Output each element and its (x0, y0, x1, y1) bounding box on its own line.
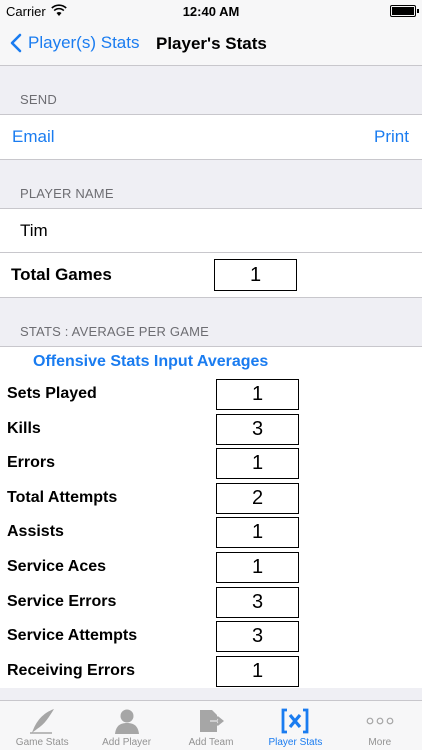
stat-label: Service Aces (7, 557, 107, 575)
stats-group: Offensive Stats Input Averages Sets Play… (0, 346, 422, 689)
chevron-left-icon (10, 33, 22, 53)
player-name-section-header: PLAYER NAME (20, 186, 114, 201)
stat-value-field[interactable]: 3 (216, 586, 299, 618)
tab-add-team[interactable]: Add Team (169, 701, 253, 750)
stat-row: Service Attempts 3 (0, 619, 422, 654)
battery-icon (390, 5, 419, 17)
status-time: 12:40 AM (182, 4, 240, 19)
stat-value-field[interactable]: 1 (216, 551, 299, 583)
stat-row: Errors 1 (0, 446, 422, 481)
tab-add-player[interactable]: Add Player (84, 701, 168, 750)
stat-value-field[interactable]: 1 (216, 517, 299, 549)
stat-label: Total Attempts (7, 488, 118, 506)
bracket-x-icon (280, 705, 310, 737)
page-title: Player's Stats (156, 34, 267, 53)
stat-rows: Sets Played 1 Kills 3 Errors 1 Total Attempts 2… (0, 377, 422, 688)
more-dots-icon (365, 705, 395, 737)
stats-section-header: STATS : AVERAGE PER GAME (20, 324, 210, 339)
navigation-bar: Player(s) Stats Player's Stats (0, 24, 422, 66)
stat-label: Service Attempts (7, 627, 138, 645)
tab-game-stats-label: Game Stats (15, 737, 69, 748)
total-games-value[interactable]: 1 (214, 259, 297, 291)
stat-label: Errors (7, 454, 56, 472)
send-row: Email Print (0, 115, 422, 159)
back-button-label: Player(s) Stats (28, 33, 140, 52)
print-button[interactable]: Print (374, 127, 409, 147)
stat-row: Assists 1 (0, 515, 422, 550)
player-group: Tim Total Games 1 (0, 208, 422, 298)
stat-value-field[interactable]: 1 (216, 655, 299, 687)
stat-label: Assists (7, 523, 64, 541)
stat-value-field[interactable]: 2 (216, 482, 299, 514)
stat-row: Sets Played 1 (0, 377, 422, 412)
player-name-field[interactable]: Tim (0, 209, 422, 253)
back-button[interactable]: Player(s) Stats (10, 33, 139, 53)
stat-label: Kills (7, 419, 41, 437)
stat-label: Sets Played (7, 385, 97, 402)
tab-add-player-label: Add Player (102, 737, 152, 748)
stat-label: Receiving Errors (7, 661, 136, 679)
export-icon (197, 705, 225, 737)
status-bar: Carrier 12:40 AM (0, 0, 422, 24)
total-games-row: Total Games 1 (0, 253, 422, 297)
stat-label: Service Errors (7, 592, 117, 610)
stat-row: Receiving Errors 1 (0, 654, 422, 689)
tab-player-stats[interactable]: Player Stats (253, 701, 337, 750)
tab-player-stats-label: Player Stats (268, 737, 323, 748)
stat-row: Kills 3 (0, 412, 422, 447)
stat-row: Total Attempts 2 (0, 481, 422, 516)
person-icon (113, 705, 141, 737)
stat-row: Service Aces 1 (0, 550, 422, 585)
stat-row: Service Errors 3 (0, 585, 422, 620)
send-group: Email Print (0, 114, 422, 160)
stat-value-field[interactable]: 3 (216, 621, 299, 653)
quill-icon (27, 705, 57, 737)
stat-value-field[interactable]: 3 (216, 413, 299, 445)
email-button[interactable]: Email (12, 127, 55, 147)
tab-game-stats[interactable]: Game Stats (0, 701, 84, 750)
total-games-label: Total Games (11, 265, 112, 284)
tab-more[interactable]: More (338, 701, 422, 750)
stat-value-field[interactable]: 1 (216, 448, 299, 480)
stat-value-field[interactable]: 1 (216, 379, 299, 410)
content-scroll[interactable]: SEND Email Print PLAYER NAME Tim Total G… (0, 66, 422, 700)
offensive-stats-title: Offensive Stats Input Averages (33, 353, 269, 370)
tab-more-label: More (368, 737, 392, 748)
send-section-header: SEND (20, 92, 57, 107)
tab-add-team-label: Add Team (188, 737, 234, 748)
tab-bar: Game Stats Add Player Add Team Player St… (0, 700, 422, 750)
